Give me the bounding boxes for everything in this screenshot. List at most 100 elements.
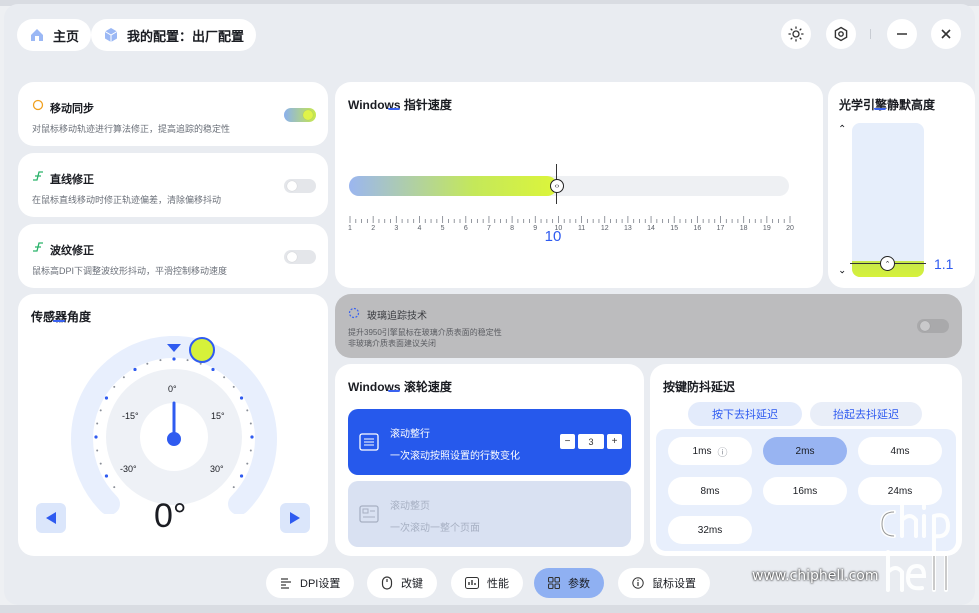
angle-label-pos30: 30° <box>210 464 224 474</box>
tick-label: 2 <box>371 225 376 232</box>
tick-label: 3 <box>394 225 399 232</box>
triangle-left-icon <box>46 512 56 524</box>
ripple-control-toggle[interactable] <box>284 250 316 264</box>
dpi-icon <box>281 578 291 589</box>
debounce-title: 按键防抖延迟 <box>663 380 736 394</box>
angle-increase-button[interactable] <box>280 503 310 533</box>
motion-sync-toggle[interactable] <box>284 108 316 122</box>
nav-keys[interactable]: 改键 <box>367 568 437 598</box>
angle-label-neg15: -15° <box>122 411 139 421</box>
config-selector[interactable]: 我的配置：出厂配置 <box>91 19 257 51</box>
performance-icon <box>465 577 479 589</box>
dial-dot <box>232 385 235 388</box>
glass-icon <box>348 307 360 319</box>
motion-sync-icon <box>32 99 44 111</box>
dial-dot <box>96 422 99 425</box>
scroll-speed-title: Windows 滚轮速度 <box>348 380 452 394</box>
lod-handle[interactable]: ⌃ <box>880 256 895 271</box>
debounce-option[interactable]: 16ms <box>763 477 847 505</box>
tick-label: 15 <box>670 225 679 232</box>
angle-decrease-button[interactable] <box>36 503 66 533</box>
title-underline <box>53 319 65 322</box>
tab-press-debounce[interactable]: 按下去抖延迟 <box>688 402 802 426</box>
ripple-control-desc: 鼠标高DPI下调整波纹形抖动，平滑控制移动速度 <box>32 266 228 276</box>
watermark-url: www.chiphell.com <box>752 568 879 584</box>
pointer-speed-handle[interactable]: ‹› <box>550 179 564 193</box>
dial-dot <box>122 376 125 379</box>
minimize-icon <box>897 33 907 35</box>
motion-sync-card: 移动同步 对鼠标移动轨迹进行算法修正，提高追踪的稳定性 <box>18 82 328 146</box>
toggle-knob <box>920 321 930 331</box>
minimize-button[interactable] <box>887 19 917 49</box>
pointer-speed-title: Windows 指针速度 <box>348 98 452 112</box>
debounce-option-label: 1ms <box>692 445 712 457</box>
pointer-speed-track[interactable] <box>349 176 789 196</box>
nav-mouse-settings[interactable]: 鼠标设置 <box>618 568 710 598</box>
dial-dot <box>232 486 235 489</box>
nav-mouse-label: 鼠标设置 <box>652 578 696 590</box>
nav-keys-label: 改键 <box>401 578 423 590</box>
nav-performance[interactable]: 性能 <box>451 568 523 598</box>
tick-label: 6 <box>463 225 468 232</box>
debounce-option-selected[interactable]: 2ms <box>763 437 847 465</box>
scroll-lines-increase[interactable]: + <box>607 434 622 449</box>
close-button[interactable] <box>931 19 961 49</box>
angle-snap-desc: 在鼠标直线移动时修正轨迹偏差，清除偏移抖动 <box>32 195 222 205</box>
sensor-dial[interactable] <box>71 336 277 514</box>
scroll-line-option[interactable]: 滚动整行 一次滚动按照设置的行数变化 − 3 + <box>348 409 631 475</box>
ripple-control-card: 波纹修正 鼠标高DPI下调整波纹形抖动，平滑控制移动速度 <box>18 224 328 288</box>
lod-down-icon[interactable]: ⌃ <box>838 263 846 274</box>
lod-up-icon[interactable]: ⌃ <box>838 124 846 135</box>
dial-dot <box>199 362 202 365</box>
lod-value: 1.1 <box>934 256 954 272</box>
cube-icon <box>104 28 118 42</box>
dial-dot <box>246 409 249 412</box>
config-label: 我的配置：出厂配置 <box>127 28 245 44</box>
tick-label: 7 <box>486 225 491 232</box>
dial-dot <box>104 396 109 400</box>
tick-label: 1 <box>348 225 352 232</box>
pointer-speed-card: Windows 指针速度 ‹› 1 2 3 4 5 6 7 8 9 10 11 12 13 14 15 16 1… <box>335 82 823 288</box>
tick-label: 19 <box>762 225 771 232</box>
brightness-button[interactable] <box>781 19 811 49</box>
debounce-option[interactable]: 4ms <box>858 437 942 465</box>
nav-params[interactable]: 参数 <box>534 568 604 598</box>
lod-card: 光学引擎静默高度 ⌃ ⌃ ⌃ 1.1 <box>828 82 975 288</box>
dial-dot <box>246 462 249 465</box>
dial-dot <box>99 409 102 412</box>
motion-sync-desc: 对鼠标移动轨迹进行算法修正，提高追踪的稳定性 <box>32 124 231 134</box>
debounce-option[interactable]: 32ms <box>668 516 752 544</box>
mouse-icon <box>381 576 393 590</box>
tab-release-debounce[interactable]: 抬起去抖延迟 <box>810 402 922 426</box>
debounce-option[interactable]: 1ms ⓘ <box>668 437 752 465</box>
title-underline <box>874 107 886 110</box>
scroll-lines-decrease[interactable]: − <box>560 434 575 449</box>
toggle-knob <box>303 110 313 120</box>
hex-settings-icon <box>834 26 848 42</box>
title-underline <box>388 107 400 110</box>
chiphell-logo <box>879 500 951 592</box>
dial-dot <box>104 474 109 478</box>
toggle-knob <box>287 252 297 262</box>
dial-dot <box>186 359 189 362</box>
angle-snap-toggle[interactable] <box>284 179 316 193</box>
nav-dpi[interactable]: DPI设置 <box>266 568 355 598</box>
lod-track[interactable] <box>852 123 924 277</box>
dial-dot <box>172 357 176 361</box>
glass-toggle[interactable] <box>917 319 949 333</box>
scroll-page-option[interactable]: 滚动整页 一次滚动一整个页面 <box>348 481 631 547</box>
scroll-lines-value[interactable]: 3 <box>578 434 604 449</box>
dial-dot <box>146 362 149 365</box>
pointer-speed-fill <box>349 176 557 196</box>
tick-label: 18 <box>739 225 748 232</box>
info-icon: ⓘ <box>717 447 728 459</box>
home-button[interactable]: 主页 <box>17 19 92 51</box>
scroll-line-title: 滚动整行 <box>390 429 430 440</box>
debounce-option[interactable]: 8ms <box>668 477 752 505</box>
glass-desc-2: 非玻璃介质表面建议关闭 <box>348 339 436 348</box>
scroll-page-desc: 一次滚动一整个页面 <box>390 523 480 534</box>
tick-label: 9 <box>533 225 538 232</box>
settings-button[interactable] <box>826 19 856 49</box>
taskbar-strip <box>0 605 979 613</box>
title-underline <box>388 389 400 392</box>
